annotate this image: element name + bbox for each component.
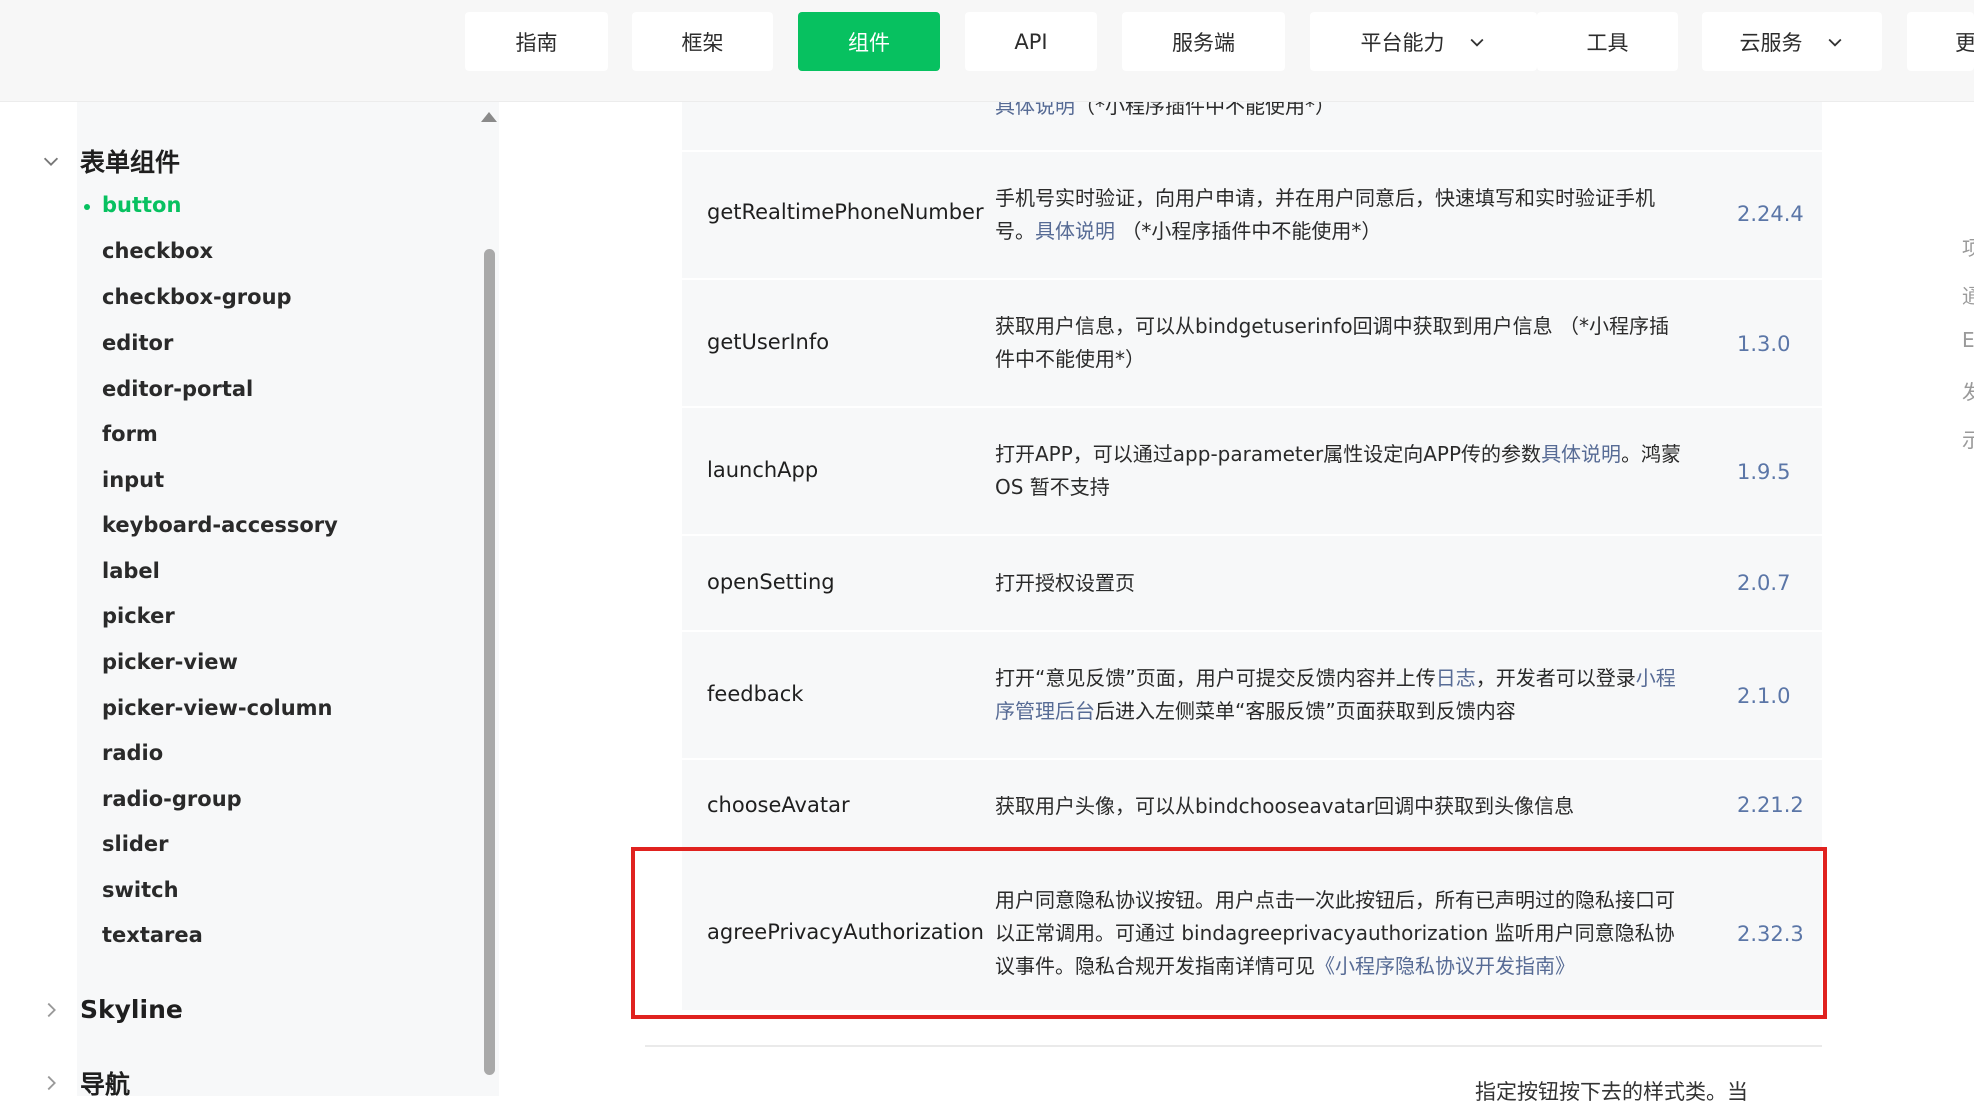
table-row: chooseAvatar 获取用户头像，可以从bindchooseavatar回… [682, 760, 1822, 850]
attr-version: 2.1.0 [1737, 684, 1791, 708]
sidebar-item-label[interactable]: label [102, 559, 160, 583]
chevron-down-icon [1470, 38, 1483, 47]
sidebar-item-picker-view-column[interactable]: picker-view-column [102, 696, 333, 720]
active-dot [84, 204, 90, 210]
attr-version: 2.32.3 [1737, 922, 1804, 946]
next-row-text: 指定按钮按下去的样式类。当 [1475, 1080, 1748, 1104]
table-row: launchApp 打开APP，可以通过app-parameter属性设定向AP… [682, 408, 1822, 536]
table-row: feedback 打开“意见反馈”页面，用户可提交反馈内容并上传日志，开发者可以… [682, 632, 1822, 760]
sidebar: 表单组件 button checkbox checkbox-group edit… [0, 101, 500, 1096]
attr-name: getRealtimePhoneNumber [707, 200, 984, 224]
table-row: getUserInfo 获取用户信息，可以从bindgetuserinfo回调中… [682, 280, 1822, 408]
nav-platform-dropdown[interactable]: 平台能力 [1310, 12, 1537, 71]
table-row: getRealtimePhoneNumber 手机号实时验证，向用户申请，并在用… [682, 152, 1822, 280]
nav-guide[interactable]: 指南 [465, 12, 608, 71]
nav-api[interactable]: API [965, 12, 1097, 71]
attr-name: feedback [707, 682, 804, 706]
group-title: 导航 [80, 1070, 131, 1096]
attr-desc: 手机号实时验证，向用户申请，并在用户同意后，快速填写和实时验证手机号。具体说明 … [995, 186, 1655, 243]
table-row: openSetting 打开授权设置页 2.0.7 [682, 536, 1822, 632]
chevron-right-icon [47, 1075, 56, 1091]
attr-desc: 获取用户头像，可以从bindchooseavatar回调中获取到头像信息 [995, 794, 1575, 818]
right-panel-text: 发 [1962, 380, 1974, 404]
chevron-down-icon [43, 157, 59, 166]
chevron-down-icon [1828, 38, 1841, 47]
sidebar-item-checkbox[interactable]: checkbox [102, 239, 213, 263]
sidebar-item-picker-view[interactable]: picker-view [102, 650, 238, 674]
attr-desc: 用户同意隐私协议按钮。用户点击一次此按钮后，所有已声明过的隐私接口可以正常调用。… [995, 888, 1675, 978]
sidebar-item-picker[interactable]: picker [102, 604, 175, 628]
sidebar-item-input[interactable]: input [102, 468, 164, 492]
right-panel-text: 通 [1962, 284, 1974, 308]
right-panel-text: 项 [1962, 236, 1974, 260]
right-panel-text: 示 [1962, 428, 1974, 452]
attr-desc: 打开APP，可以通过app-parameter属性设定向APP传的参数具体说明。… [995, 442, 1682, 499]
nav-framework[interactable]: 框架 [632, 12, 773, 71]
attr-name: getUserInfo [707, 330, 830, 354]
sidebar-item-editor[interactable]: editor [102, 331, 173, 355]
doc-link[interactable]: 具体说明 [1035, 219, 1115, 243]
doc-link[interactable]: 具体说明 [1541, 442, 1621, 466]
scroll-up-arrow[interactable] [481, 112, 497, 122]
attr-desc: 打开“意见反馈”页面，用户可提交反馈内容并上传日志，开发者可以登录小程序管理后台… [995, 666, 1676, 723]
nav-server[interactable]: 服务端 [1122, 12, 1285, 71]
chevron-right-icon [47, 1002, 56, 1017]
sidebar-item-radio[interactable]: radio [102, 741, 163, 765]
sidebar-scrollbar[interactable] [484, 249, 495, 1075]
table-row: agreePrivacyAuthorization 用户同意隐私协议按钮。用户点… [682, 850, 1822, 1012]
attr-name: launchApp [707, 458, 819, 482]
attr-version: 1.3.0 [1737, 332, 1791, 356]
divider [645, 1045, 1822, 1047]
attr-desc: 打开授权设置页 [995, 571, 1135, 595]
sidebar-group-nav[interactable]: 导航 [40, 1065, 130, 1096]
sidebar-item-radio-group[interactable]: radio-group [102, 787, 242, 811]
sidebar-item-form[interactable]: form [102, 422, 158, 446]
attr-version: 1.9.5 [1737, 460, 1791, 484]
sidebar-item-slider[interactable]: slider [102, 832, 169, 856]
sidebar-item-checkbox-group[interactable]: checkbox-group [102, 285, 292, 309]
attr-name: chooseAvatar [707, 793, 850, 817]
privacy-guide-link[interactable]: 《小程序隐私协议开发指南》 [1315, 954, 1575, 978]
attr-version: 2.21.2 [1737, 793, 1804, 817]
top-navigation: 指南 框架 组件 API 服务端 平台能力 工具 云服务 更 [0, 0, 1974, 102]
attr-version: 2.24.4 [1737, 202, 1804, 226]
group-title: 表单组件 [80, 148, 181, 177]
sidebar-group-form[interactable]: 表单组件 [40, 143, 180, 179]
nav-tools[interactable]: 工具 [1537, 12, 1678, 71]
sidebar-item-switch[interactable]: switch [102, 878, 179, 902]
nav-more[interactable]: 更 [1907, 12, 1974, 71]
sidebar-item-button[interactable]: button [102, 193, 181, 217]
attr-name: agreePrivacyAuthorization [707, 920, 984, 944]
group-title: Skyline [80, 995, 183, 1024]
sidebar-item-keyboard-accessory[interactable]: keyboard-accessory [102, 513, 338, 537]
nav-cloud-dropdown[interactable]: 云服务 [1702, 12, 1882, 71]
log-link[interactable]: 日志 [1436, 666, 1476, 690]
attr-version: 2.0.7 [1737, 571, 1791, 595]
sidebar-item-editor-portal[interactable]: editor-portal [102, 377, 253, 401]
nav-components[interactable]: 组件 [798, 12, 940, 71]
attr-name: openSetting [707, 570, 835, 594]
right-panel-text: E [1962, 328, 1974, 352]
sidebar-item-textarea[interactable]: textarea [102, 923, 203, 947]
attr-desc: 获取用户信息，可以从bindgetuserinfo回调中获取到用户信息 （*小程… [995, 314, 1669, 371]
sidebar-group-skyline[interactable]: Skyline [40, 995, 183, 1024]
